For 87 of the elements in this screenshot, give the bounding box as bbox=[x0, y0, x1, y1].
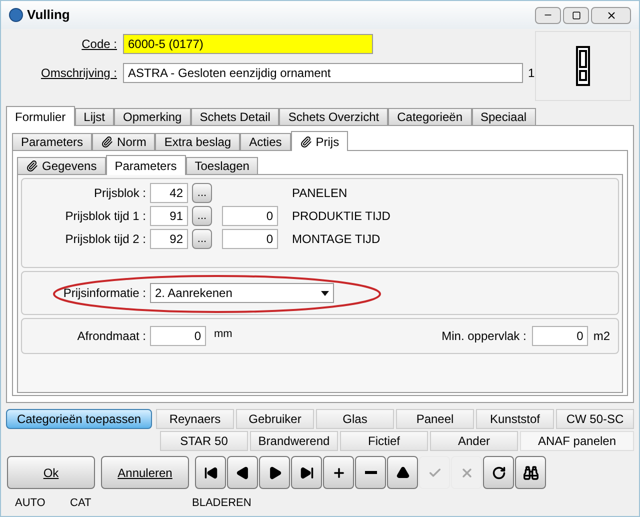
tab[interactable]: Gegevens bbox=[17, 157, 106, 174]
dropdown-arrow-icon bbox=[321, 290, 329, 296]
tab[interactable]: Prijs bbox=[290, 131, 348, 151]
check-icon bbox=[428, 466, 442, 480]
field-label: Prijsblok : bbox=[92, 185, 147, 202]
price-block-description: MONTAGE TIJD bbox=[292, 231, 380, 248]
next-icon bbox=[268, 466, 282, 480]
unit-label: mm bbox=[214, 326, 232, 342]
browse-button[interactable]: ... bbox=[192, 206, 212, 226]
rounding-field[interactable]: 0 bbox=[150, 326, 206, 346]
price-block-description: PRODUKTIE TIJD bbox=[292, 208, 390, 225]
field-label: Afrondmaat : bbox=[76, 328, 147, 345]
count-label: 1 bbox=[528, 65, 535, 82]
unit-label: m2 bbox=[593, 328, 610, 345]
toolbar-button[interactable] bbox=[195, 456, 226, 489]
tab[interactable]: Parameters bbox=[12, 133, 92, 150]
tab[interactable]: Acties bbox=[240, 133, 291, 150]
tab[interactable]: Parameters bbox=[106, 155, 186, 175]
maximize-button[interactable] bbox=[563, 6, 589, 24]
tab[interactable]: Schets Overzicht bbox=[279, 108, 388, 125]
tab[interactable]: Opmerking bbox=[114, 108, 191, 125]
category-button[interactable]: Paneel bbox=[396, 409, 474, 429]
toolbar-button[interactable] bbox=[291, 456, 322, 489]
status-text: CAT bbox=[70, 496, 92, 511]
refresh-icon bbox=[492, 466, 506, 480]
toolbar-button[interactable] bbox=[355, 456, 386, 489]
toolbar-button[interactable] bbox=[259, 456, 290, 489]
panel-preview-icon bbox=[576, 46, 590, 86]
field-label: Min. oppervlak : bbox=[442, 328, 528, 345]
last-record-icon bbox=[300, 466, 314, 480]
code-label: Code : bbox=[80, 36, 118, 53]
price-block-field[interactable]: 92 bbox=[150, 229, 188, 249]
cancel-icon bbox=[460, 466, 474, 480]
field-label: Prijsblok tijd 1 : bbox=[64, 208, 147, 225]
app-icon bbox=[9, 8, 23, 22]
price-block-field[interactable]: 42 bbox=[150, 183, 188, 203]
category-button[interactable]: CW 50-SC bbox=[556, 409, 634, 429]
toolbar-button[interactable] bbox=[515, 456, 546, 489]
dialog-button[interactable]: Annuleren bbox=[101, 456, 189, 489]
plus-icon bbox=[332, 466, 346, 480]
tab[interactable]: Norm bbox=[92, 133, 156, 150]
category-button[interactable]: Glas bbox=[316, 409, 394, 429]
time-field[interactable]: 0 bbox=[222, 229, 278, 249]
min-area-field[interactable]: 0 bbox=[532, 326, 588, 346]
category-button[interactable]: Kunststof bbox=[476, 409, 554, 429]
toolbar-button[interactable] bbox=[227, 456, 258, 489]
tab[interactable]: Speciaal bbox=[472, 108, 536, 125]
apply-categories-button[interactable]: Categorieën toepassen bbox=[6, 409, 152, 429]
toolbar-button[interactable] bbox=[483, 456, 514, 489]
browse-button[interactable]: ... bbox=[192, 229, 212, 249]
tab[interactable]: Schets Detail bbox=[190, 108, 280, 125]
price-block-field[interactable]: 91 bbox=[150, 206, 188, 226]
description-field[interactable]: ASTRA - Gesloten eenzijdig ornament bbox=[123, 63, 523, 83]
toolbar-button[interactable] bbox=[323, 456, 354, 489]
tab[interactable]: Categorieën bbox=[388, 108, 472, 125]
maximize-icon bbox=[572, 10, 580, 20]
category-button[interactable]: Brandwerend bbox=[250, 431, 338, 451]
dialog-button[interactable]: Ok bbox=[7, 456, 95, 489]
close-icon bbox=[606, 10, 616, 20]
toolbar-button[interactable] bbox=[387, 456, 418, 489]
tab[interactable]: Lijst bbox=[74, 108, 114, 125]
status-text: BLADEREN bbox=[192, 496, 252, 511]
category-button[interactable]: Ander bbox=[430, 431, 518, 451]
category-button[interactable]: Gebruiker bbox=[236, 409, 314, 429]
time-field[interactable]: 0 bbox=[222, 206, 278, 226]
price-info-label: Prijsinformatie : bbox=[62, 285, 147, 302]
previous-icon bbox=[236, 466, 250, 480]
category-button[interactable]: ANAF panelen bbox=[520, 431, 634, 451]
first-record-icon bbox=[204, 466, 218, 480]
category-button[interactable]: STAR 50 bbox=[160, 431, 248, 451]
price-info-dropdown[interactable]: 2. Aanrekenen bbox=[150, 283, 334, 303]
close-button[interactable] bbox=[591, 6, 631, 24]
category-button[interactable]: Reynaers bbox=[156, 409, 234, 429]
browse-button[interactable]: ... bbox=[192, 183, 212, 203]
status-text: AUTO bbox=[15, 496, 46, 511]
binoculars-icon bbox=[522, 464, 538, 480]
window-title: Vulling bbox=[27, 6, 70, 24]
price-block-description: PANELEN bbox=[292, 185, 348, 202]
field-label: Prijsblok tijd 2 : bbox=[64, 231, 147, 248]
description-label: Omschrijving : bbox=[40, 65, 118, 82]
category-button[interactable]: Fictief bbox=[340, 431, 428, 451]
up-icon bbox=[396, 466, 410, 480]
tab[interactable]: Extra beslag bbox=[155, 133, 240, 150]
tab[interactable]: Formulier bbox=[6, 106, 75, 126]
code-field[interactable]: 6000-5 (0177) bbox=[123, 34, 373, 54]
minus-icon bbox=[364, 471, 376, 474]
tab[interactable]: Toeslagen bbox=[186, 157, 258, 174]
